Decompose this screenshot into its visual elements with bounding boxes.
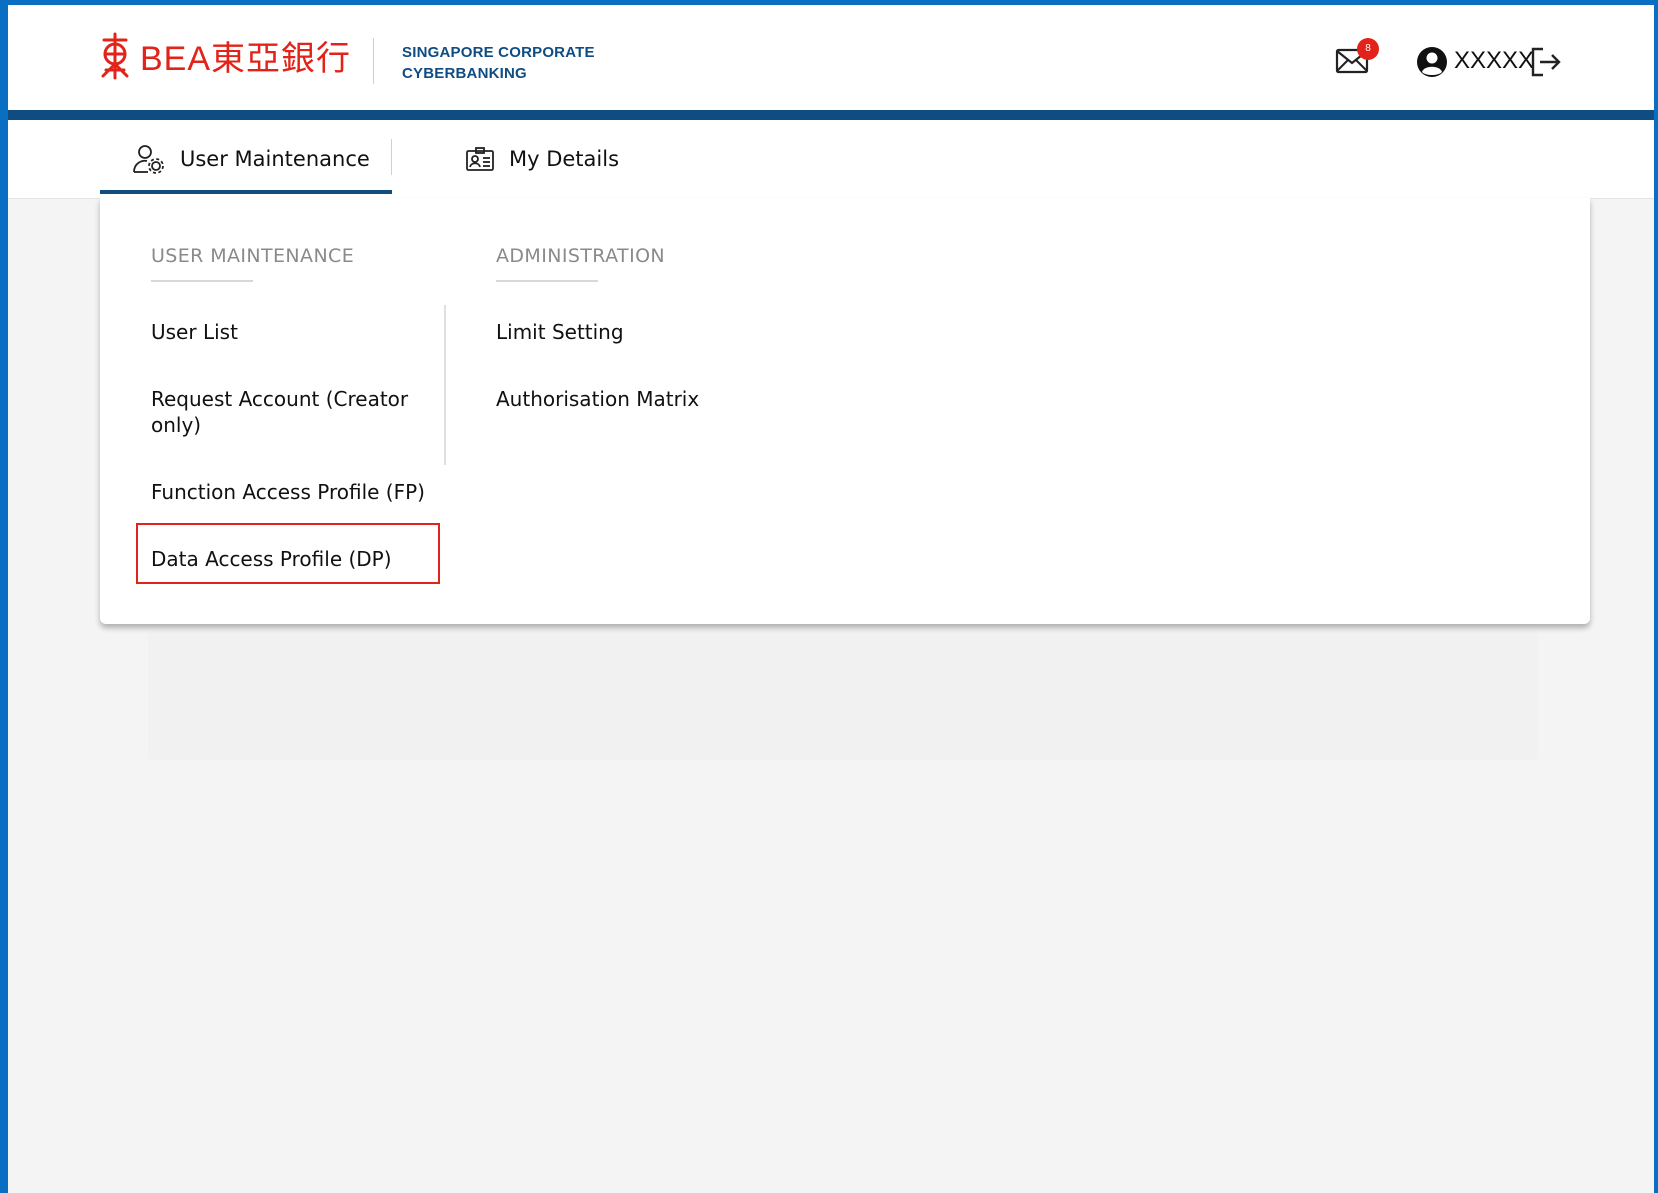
tab-my-details[interactable]: My Details: [465, 120, 619, 198]
mail-count-badge: 8: [1357, 38, 1379, 60]
menu-item-limit-setting[interactable]: Limit Setting: [496, 319, 796, 345]
id-card-icon: [466, 147, 494, 171]
bea-logo[interactable]: BEA東亞銀行: [98, 31, 351, 80]
tab-separator: [391, 139, 392, 175]
user-circle-icon[interactable]: [1416, 46, 1448, 78]
tab-user-maintenance[interactable]: User Maintenance: [132, 120, 370, 198]
tab-my-details-label: My Details: [509, 147, 620, 171]
user-gear-icon: [133, 145, 164, 174]
menu-item-user-list[interactable]: User List: [151, 319, 421, 345]
menu-heading-administration: ADMINISTRATION: [496, 245, 666, 267]
app-frame: BEA東亞銀行 SINGAPORE CORPORATE CYBERBANKING…: [8, 5, 1654, 1193]
menu-heading-underline: [496, 280, 598, 282]
product-title: SINGAPORE CORPORATE CYBERBANKING: [402, 42, 595, 84]
top-header: BEA東亞銀行 SINGAPORE CORPORATE CYBERBANKING…: [8, 5, 1654, 110]
header-rule: [8, 110, 1654, 120]
menu-item-function-access-profile[interactable]: Function Access Profile (FP): [151, 479, 441, 505]
content-placeholder: [148, 630, 1538, 760]
username-label[interactable]: XXXXX: [1454, 47, 1534, 75]
main-tab-bar: User Maintenance My Details: [8, 120, 1654, 199]
logo-text: BEA東亞銀行: [140, 40, 352, 78]
user-maintenance-menu: USER MAINTENANCE ADMINISTRATION User Lis…: [100, 198, 1590, 624]
highlight-box: [136, 523, 440, 584]
logout-icon[interactable]: [1529, 45, 1563, 79]
product-title-line2: CYBERBANKING: [402, 65, 527, 82]
bea-emblem-icon: [101, 32, 129, 79]
menu-heading-underline: [151, 280, 253, 282]
tab-user-maintenance-label: User Maintenance: [180, 147, 370, 171]
logo-divider: [373, 38, 374, 84]
product-title-line1: SINGAPORE CORPORATE: [402, 44, 595, 61]
active-tab-indicator: [100, 190, 392, 194]
menu-item-authorisation-matrix[interactable]: Authorisation Matrix: [496, 386, 796, 412]
menu-item-request-account[interactable]: Request Account (Creator only): [151, 386, 421, 438]
menu-column-divider: [444, 305, 446, 465]
menu-heading-user-maintenance: USER MAINTENANCE: [151, 245, 355, 267]
